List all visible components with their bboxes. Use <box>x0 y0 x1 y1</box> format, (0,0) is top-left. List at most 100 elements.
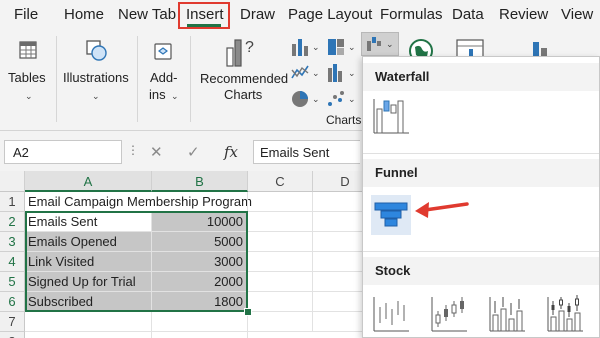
charts-group-label: Charts <box>326 113 362 127</box>
cell-a5[interactable]: Signed Up for Trial <box>25 272 152 292</box>
menu-divider <box>363 153 599 154</box>
svg-text:?: ? <box>245 39 254 56</box>
insert-function-icon[interactable]: fx <box>224 143 238 161</box>
row-header-7[interactable]: 7 <box>0 312 25 332</box>
row-header-8[interactable]: 8 <box>0 332 25 338</box>
cell-c3[interactable] <box>248 232 313 252</box>
cell-b5[interactable]: 2000 <box>152 272 248 292</box>
enter-icon[interactable]: ✓ <box>187 143 200 161</box>
cell-d7[interactable] <box>313 312 362 332</box>
cell-a2[interactable]: Emails Sent <box>25 212 152 232</box>
row-header-5[interactable]: 5 <box>0 272 25 292</box>
cell-d3[interactable] <box>313 232 362 252</box>
cell-b7[interactable] <box>152 312 248 332</box>
cell-d5[interactable] <box>313 272 362 292</box>
add-ins-label-line2: ins <box>149 87 166 102</box>
stock-vhlc-chart-option[interactable] <box>487 293 527 333</box>
row-header-2[interactable]: 2 <box>0 212 25 232</box>
stock-vohlc-chart-option[interactable] <box>545 293 585 333</box>
tab-data[interactable]: Data <box>452 6 484 23</box>
column-header-a[interactable]: A <box>25 171 152 192</box>
cell-d2[interactable] <box>313 212 362 232</box>
cell-d4[interactable] <box>313 252 362 272</box>
fill-handle[interactable] <box>244 308 252 316</box>
tab-new-tab[interactable]: New Tab <box>118 6 176 23</box>
column-header-d[interactable]: D <box>313 171 362 192</box>
cell-c7[interactable] <box>248 312 313 332</box>
cell-c5[interactable] <box>248 272 313 292</box>
section-header-waterfall: Waterfall <box>363 63 599 91</box>
ribbon-separator <box>137 36 138 122</box>
cell-c1[interactable] <box>248 192 313 212</box>
cell-b2[interactable]: 10000 <box>152 212 248 232</box>
line-chart-icon[interactable]: ⌄ <box>290 62 320 84</box>
row-header-3[interactable]: 3 <box>0 232 25 252</box>
cell-a4[interactable]: Link Visited <box>25 252 152 272</box>
row-header-4[interactable]: 4 <box>0 252 25 272</box>
svg-text:⌄: ⌄ <box>312 42 320 52</box>
cell-d6[interactable] <box>313 292 362 312</box>
tab-draw[interactable]: Draw <box>240 6 275 23</box>
select-all-corner[interactable] <box>0 171 25 192</box>
column-chart-icon[interactable]: ⌄ <box>290 36 320 58</box>
illustrations-button[interactable]: Illustrations ⌄ <box>58 30 134 126</box>
tab-page-layout[interactable]: Page Layout <box>288 6 372 23</box>
waterfall-chart-button[interactable]: ⌄ <box>361 32 399 56</box>
active-tab-underline <box>187 24 221 27</box>
scatter-chart-icon[interactable]: ⌄ <box>326 88 356 110</box>
waterfall-chart-icon: ⌄ <box>367 37 394 51</box>
ribbon-separator <box>56 36 57 122</box>
row-header-1[interactable]: 1 <box>0 192 25 212</box>
formula-input[interactable]: Emails Sent <box>253 140 360 164</box>
svg-text:⌄: ⌄ <box>312 68 320 78</box>
svg-text:⌄: ⌄ <box>348 42 356 52</box>
tab-insert[interactable]: Insert <box>186 6 224 23</box>
svg-text:⌄: ⌄ <box>386 39 394 49</box>
recommended-charts-label-line2: Charts <box>224 87 263 102</box>
cell-c6[interactable] <box>248 292 313 312</box>
funnel-chart-option[interactable] <box>371 195 411 235</box>
cell-b6[interactable]: 1800 <box>152 292 248 312</box>
menu-divider <box>363 251 599 252</box>
cancel-icon[interactable]: ✕ <box>150 143 163 161</box>
cell-a6[interactable]: Subscribed <box>25 292 152 312</box>
ribbon-separator <box>190 36 191 122</box>
tab-home[interactable]: Home <box>64 6 104 23</box>
recommended-charts-button[interactable]: ? Recommended Charts <box>194 30 289 126</box>
column-header-c[interactable]: C <box>248 171 313 192</box>
add-ins-button[interactable]: Add- ins ⌄ <box>140 30 186 126</box>
cell-a3[interactable]: Emails Opened <box>25 232 152 252</box>
waterfall-chart-icon <box>373 99 409 134</box>
cell-c2[interactable] <box>248 212 313 232</box>
tab-view[interactable]: View <box>561 6 593 23</box>
cell-a1[interactable]: Email Campaign Membership Program <box>25 192 252 212</box>
stock-hlc-chart-option[interactable] <box>371 293 411 333</box>
hierarchy-chart-icon[interactable]: ⌄ <box>326 36 356 58</box>
cell-b8[interactable] <box>152 332 248 338</box>
tab-file[interactable]: File <box>14 6 38 23</box>
cell-d1[interactable] <box>313 192 362 212</box>
cell-a8[interactable] <box>25 332 152 338</box>
cell-b1[interactable] <box>152 192 248 212</box>
recommended-charts-label-line1: Recommended <box>200 71 289 86</box>
cell-c4[interactable] <box>248 252 313 272</box>
more-options-icon[interactable]: ⋮ <box>127 143 139 157</box>
ribbon-tab-bar: File Home New Tab Insert Draw Page Layou… <box>0 0 600 30</box>
worksheet-grid[interactable]: A B C D 1 2 3 4 5 6 7 8 Email Campaign M… <box>0 171 362 338</box>
stock-ohlc-chart-option[interactable] <box>429 293 469 333</box>
cell-b4[interactable]: 3000 <box>152 252 248 272</box>
tab-formulas[interactable]: Formulas <box>380 6 443 23</box>
tab-review[interactable]: Review <box>499 6 548 23</box>
recommended-charts-icon: ? <box>226 39 254 67</box>
tables-button[interactable]: Tables ⌄ <box>2 30 54 126</box>
column-header-b[interactable]: B <box>152 171 248 192</box>
row-header-6[interactable]: 6 <box>0 292 25 312</box>
chevron-down-icon: ⌄ <box>92 91 100 101</box>
waterfall-chart-option[interactable] <box>371 95 411 137</box>
name-box[interactable]: A2 <box>4 140 122 164</box>
cell-a7[interactable] <box>25 312 152 332</box>
statistic-chart-icon[interactable]: ⌄ <box>326 62 356 84</box>
svg-text:⌄: ⌄ <box>348 94 356 104</box>
pie-chart-icon[interactable]: ⌄ <box>290 88 320 110</box>
cell-b3[interactable]: 5000 <box>152 232 248 252</box>
